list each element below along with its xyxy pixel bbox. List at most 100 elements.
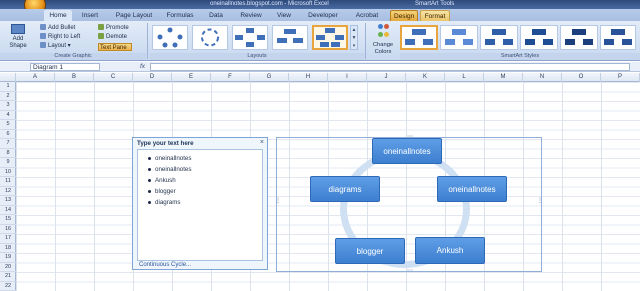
layout-basic-cycle[interactable] <box>152 25 188 50</box>
name-box[interactable]: Diagram 1 <box>30 63 100 71</box>
row-header[interactable]: 15 <box>0 215 16 225</box>
layouts-gallery-scroll[interactable]: ▲ ▼ ▾ <box>350 25 358 50</box>
row-header[interactable]: 13 <box>0 196 16 206</box>
row-header[interactable]: 17 <box>0 234 16 244</box>
row-header[interactable]: 6 <box>0 130 16 139</box>
formula-bar: Diagram 1 fx <box>0 62 640 72</box>
layout-button[interactable]: Layout ▾ <box>40 42 71 50</box>
row-header[interactable]: 21 <box>0 272 16 282</box>
layout-continuous-cycle[interactable] <box>312 25 348 50</box>
column-header[interactable]: J <box>367 73 406 82</box>
tab-insert[interactable]: Insert <box>76 10 104 21</box>
column-header[interactable]: D <box>133 73 172 82</box>
row-header[interactable]: 10 <box>0 168 16 177</box>
resize-handle[interactable]: ⋮ <box>275 198 281 204</box>
change-colors-button[interactable]: Change Colors <box>370 24 396 55</box>
row-header[interactable]: 12 <box>0 187 16 196</box>
row-header[interactable]: 19 <box>0 253 16 263</box>
tab-format[interactable]: Format <box>420 10 450 21</box>
resize-handle[interactable]: ⋯ <box>407 268 413 274</box>
column-header[interactable]: F <box>211 73 250 82</box>
select-all-corner[interactable] <box>0 73 16 82</box>
right-to-left-button[interactable]: Right to Left <box>40 33 80 41</box>
smartart-node[interactable]: oneinallnotes <box>437 176 507 202</box>
smartart-style-1[interactable] <box>400 25 438 50</box>
column-header[interactable]: O <box>562 73 601 82</box>
style-thumb-icon <box>405 29 433 45</box>
column-header[interactable]: E <box>172 73 211 82</box>
row-header[interactable]: 18 <box>0 244 16 253</box>
column-header[interactable]: L <box>445 73 484 82</box>
layout-block-cycle[interactable] <box>232 25 268 50</box>
layout-name-link[interactable]: Continuous Cycle... <box>139 262 191 268</box>
tab-acrobat[interactable]: Acrobat <box>350 10 384 21</box>
tab-formulas[interactable]: Formulas <box>162 10 198 21</box>
color-swatches-icon <box>370 24 396 40</box>
row-header[interactable]: 22 <box>0 282 16 291</box>
tab-page-layout[interactable]: Page Layout <box>110 10 158 21</box>
promote-button[interactable]: Promote <box>98 24 129 32</box>
row-header[interactable]: 9 <box>0 158 16 168</box>
smartart-node[interactable]: Ankush <box>415 237 485 264</box>
list-item[interactable]: blogger <box>148 186 262 197</box>
text-pane-label: Text Pane <box>100 45 127 51</box>
row-header[interactable]: 7 <box>0 139 16 149</box>
tab-developer[interactable]: Developer <box>304 10 342 21</box>
resize-handle[interactable]: ⋮ <box>537 198 543 204</box>
smartart-styles-group-label: SmartArt Styles <box>400 53 640 60</box>
row-header[interactable]: 5 <box>0 120 16 130</box>
row-header[interactable]: 11 <box>0 177 16 187</box>
column-header[interactable]: B <box>55 73 94 82</box>
column-header[interactable]: K <box>406 73 445 82</box>
text-pane-bullet-list[interactable]: oneinallnotes oneinallnotes Ankush blogg… <box>137 149 263 261</box>
smartart-style-4[interactable] <box>520 25 558 50</box>
row-header[interactable]: 4 <box>0 111 16 120</box>
row-header[interactable]: 14 <box>0 206 16 215</box>
title-bar: oneinallnotes.blogspot.com - Microsoft E… <box>0 0 640 16</box>
row-header[interactable]: 2 <box>0 92 16 101</box>
row-header[interactable]: 1 <box>0 82 16 92</box>
column-headers: A B C D E F G H I J K L M N O P <box>0 73 640 82</box>
smartart-style-5[interactable] <box>560 25 598 50</box>
formula-input[interactable] <box>150 63 630 71</box>
smartart-style-2[interactable] <box>440 25 478 50</box>
column-header[interactable]: H <box>289 73 328 82</box>
ribbon-tabs: Home Insert Page Layout Formulas Data Re… <box>0 9 640 21</box>
column-header[interactable]: P <box>601 73 640 82</box>
tab-design[interactable]: Design <box>390 10 418 21</box>
text-pane-button[interactable]: Text Pane <box>98 43 132 51</box>
smartart-node[interactable]: blogger <box>335 238 405 264</box>
column-header[interactable]: M <box>484 73 523 82</box>
list-item[interactable]: oneinallnotes <box>148 164 262 175</box>
column-header[interactable]: N <box>523 73 562 82</box>
fx-icon[interactable]: fx <box>140 63 145 71</box>
tab-data[interactable]: Data <box>204 10 228 21</box>
demote-label: Demote <box>106 34 128 40</box>
smartart-node[interactable]: oneinallnotes <box>372 138 442 164</box>
layout-cycle-matrix[interactable] <box>272 25 308 50</box>
smartart-node[interactable]: diagrams <box>310 176 380 202</box>
column-header[interactable]: A <box>16 73 55 82</box>
column-header[interactable]: I <box>328 73 367 82</box>
add-shape-button[interactable]: Add Shape <box>4 24 32 52</box>
row-header[interactable]: 20 <box>0 263 16 272</box>
tab-review[interactable]: Review <box>236 10 266 21</box>
list-item[interactable]: oneinallnotes <box>148 153 262 164</box>
create-graphic-group-label: Create Graphic <box>0 53 146 60</box>
row-header[interactable]: 8 <box>0 149 16 158</box>
tab-home[interactable]: Home <box>44 10 72 21</box>
smartart-style-3[interactable] <box>480 25 518 50</box>
demote-button[interactable]: Demote <box>98 33 127 41</box>
row-header[interactable]: 16 <box>0 225 16 234</box>
list-item[interactable]: Ankush <box>148 175 262 186</box>
tab-view[interactable]: View <box>272 10 296 21</box>
column-header[interactable]: G <box>250 73 289 82</box>
list-item[interactable]: diagrams <box>148 197 262 208</box>
column-header[interactable]: C <box>94 73 133 82</box>
smartart-style-6[interactable] <box>600 25 636 50</box>
ribbon: Add Shape Add Bullet Right to Left Layou… <box>0 21 640 61</box>
row-header[interactable]: 3 <box>0 101 16 111</box>
close-icon[interactable]: × <box>260 139 264 146</box>
layout-segmented-cycle[interactable] <box>192 25 228 50</box>
add-bullet-button[interactable]: Add Bullet <box>40 24 75 32</box>
